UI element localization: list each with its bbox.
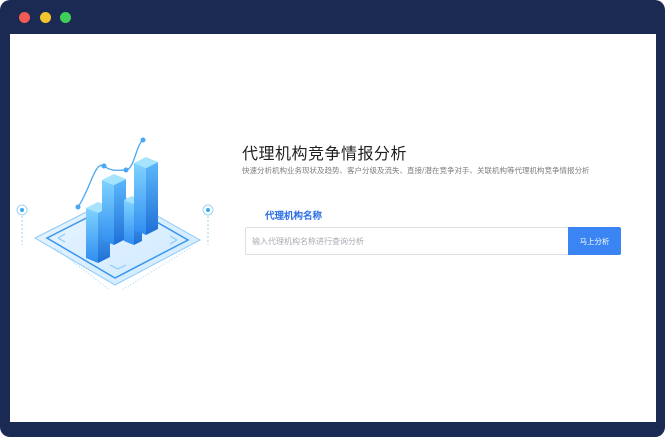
close-window-button[interactable]: [19, 12, 30, 23]
page-subtitle: 快速分析机构业务现状及趋势、客户分级及流失、直接/潜在竞争对手、关联机构等代理机…: [242, 166, 590, 175]
agency-name-label: 代理机构名称: [265, 211, 323, 222]
minimize-window-button[interactable]: [40, 12, 51, 23]
analyze-button[interactable]: 马上分析: [568, 227, 621, 255]
agency-search-input[interactable]: [245, 227, 569, 255]
bar-4: [134, 157, 158, 235]
left-beacon-icon: [16, 204, 28, 245]
bar-2: [102, 174, 126, 245]
maximize-window-button[interactable]: [60, 12, 71, 23]
bar-chart-illustration: [16, 137, 214, 291]
app-window-frame: 代理机构竞争情报分析 快速分析机构业务现状及趋势、客户分级及流失、直接/潜在竞争…: [0, 0, 665, 437]
right-beacon-icon: [202, 204, 214, 245]
page-title: 代理机构竞争情报分析: [242, 144, 408, 163]
main-content: 代理机构竞争情报分析 快速分析机构业务现状及趋势、客户分级及流失、直接/潜在竞争…: [10, 34, 656, 422]
